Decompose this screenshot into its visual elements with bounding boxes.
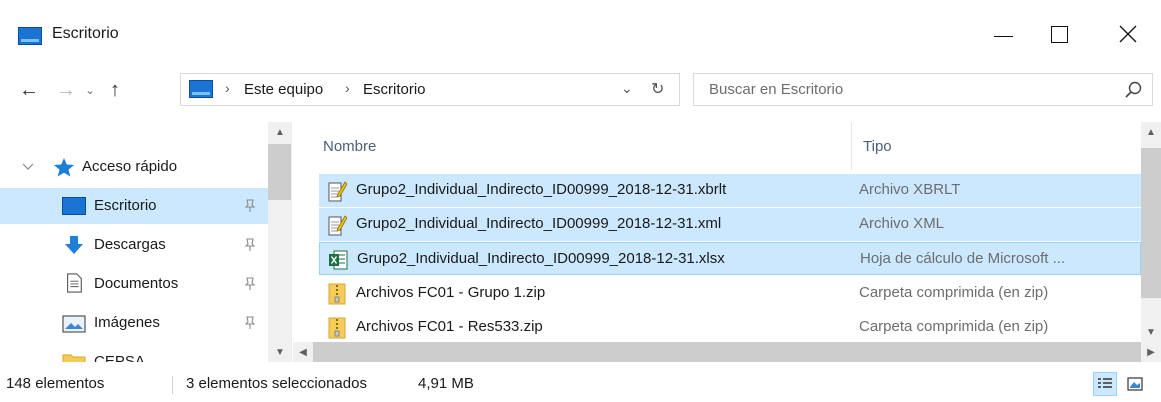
pictures-icon [62,315,86,333]
download-icon [65,236,83,254]
file-row[interactable]: Archivos FC01 - Grupo 1.zip Carpeta comp… [319,277,1141,310]
details-view-button[interactable] [1093,372,1117,396]
breadcrumb-separator[interactable]: › [345,80,350,96]
column-header-name[interactable]: Nombre [323,122,376,170]
navigation-bar: ← → ⌄ ↑ › Este equipo › Escritorio ⌄ ↻ B… [0,70,1161,110]
sidebar-item-label: Acceso rápido [82,158,178,175]
forward-button[interactable]: → [51,76,81,104]
file-row[interactable]: Grupo2_Individual_Indirecto_ID00999_2018… [319,242,1141,275]
status-divider [172,376,173,394]
search-box[interactable]: Buscar en Escritorio [693,73,1153,106]
scroll-right-button[interactable]: ▶ [1141,342,1161,362]
maximize-icon [1050,25,1068,43]
file-name: Archivos FC01 - Grupo 1.zip [356,284,546,301]
breadcrumb-escritorio[interactable]: Escritorio [363,81,426,98]
close-button[interactable] [1105,12,1151,56]
file-list-vertical-scrollbar[interactable]: ▲ ▼ [1141,122,1161,342]
file-type: Carpeta comprimida (en zip) [859,318,1049,335]
breadcrumb-este-equipo[interactable]: Este equipo [244,81,323,98]
sidebar-item-label: CEPSA [94,353,145,362]
scroll-down-button[interactable]: ▼ [268,342,291,362]
file-row[interactable]: Archivos FC01 - Res533.zip Carpeta compr… [319,311,1141,344]
selection-size: 4,91 MB [418,375,474,392]
chevron-down-icon[interactable] [22,162,34,172]
address-dropdown-button[interactable]: ⌄ [621,80,633,97]
pin-icon[interactable] [244,277,256,291]
minimize-button[interactable] [980,12,1026,56]
address-bar[interactable]: › Este equipo › Escritorio ⌄ ↻ [180,73,680,106]
pin-icon[interactable] [244,199,256,213]
file-type: Carpeta comprimida (en zip) [859,284,1049,301]
sidebar-item-label: Documentos [94,275,179,292]
file-type: Archivo XML [859,215,945,232]
sidebar-item-label: Escritorio [94,197,157,214]
close-icon [1119,25,1137,43]
sidebar-item-descargas[interactable]: Descargas [0,227,268,263]
file-list-horizontal-scrollbar[interactable]: ◀ ▶ [293,342,1161,362]
selection-count: 3 elementos seleccionados [186,375,367,392]
scroll-down-button[interactable]: ▼ [1141,322,1161,342]
sidebar-scrollbar[interactable]: ▲ ▼ [268,122,291,362]
large-icons-view-button[interactable] [1123,372,1147,396]
sidebar-item-imagenes[interactable]: Imágenes [0,305,268,341]
title-bar: Escritorio [0,0,1161,66]
up-button[interactable]: ↑ [100,76,130,104]
desktop-icon [189,80,213,98]
maximize-button[interactable] [1036,12,1082,56]
sidebar-item-escritorio[interactable]: Escritorio [0,188,268,224]
window-title: Escritorio [52,25,119,42]
file-name: Grupo2_Individual_Indirecto_ID00999_2018… [356,215,722,232]
zip-folder-icon [328,283,346,305]
text-file-icon [328,181,347,202]
folder-icon [62,354,86,362]
item-count: 148 elementos [6,375,105,392]
document-icon [67,273,82,293]
back-button[interactable]: ← [14,76,44,104]
pin-icon[interactable] [244,316,256,330]
file-row[interactable]: Grupo2_Individual_Indirecto_ID00999_2018… [319,208,1141,241]
file-name: Grupo2_Individual_Indirecto_ID00999_2018… [357,250,725,267]
pin-icon[interactable] [244,238,256,252]
desktop-icon [62,197,86,215]
vertical-scroll-thumb[interactable] [1141,148,1161,298]
column-header-type[interactable]: Tipo [863,122,892,170]
scroll-up-button[interactable]: ▲ [1141,122,1161,142]
sidebar-item-label: Descargas [94,236,166,253]
file-type: Hoja de cálculo de Microsoft ... [860,250,1066,267]
scroll-left-button[interactable]: ◀ [293,342,313,362]
file-type: Archivo XBRLT [859,181,961,198]
sidebar-item-cepsa[interactable]: CEPSA [0,344,268,362]
file-list: Nombre Tipo Grupo2_Individual_Indirecto_… [293,122,1161,362]
column-divider[interactable] [851,122,852,170]
large-icons-view-icon [1127,377,1143,391]
breadcrumb-separator[interactable]: › [225,80,230,96]
sidebar-item-quick-access[interactable]: Acceso rápido [0,149,268,185]
file-name: Archivos FC01 - Res533.zip [356,318,543,335]
refresh-button[interactable]: ↻ [651,79,664,99]
search-input[interactable]: Buscar en Escritorio [709,81,843,98]
file-row[interactable]: Grupo2_Individual_Indirecto_ID00999_2018… [319,174,1141,207]
horizontal-scroll-thumb[interactable] [313,342,1141,362]
status-bar: 148 elementos 3 elementos seleccionados … [0,368,1161,402]
excel-file-icon [329,250,348,270]
desktop-icon [18,27,42,45]
navigation-pane: Acceso rápido Escritorio Descargas Docum… [0,122,292,362]
search-icon[interactable] [1122,78,1144,102]
zip-folder-icon [328,317,346,339]
scroll-up-button[interactable]: ▲ [268,122,291,142]
sidebar-scroll-thumb[interactable] [268,144,291,200]
sidebar-item-label: Imágenes [94,314,160,331]
recent-locations-button[interactable]: ⌄ [80,76,100,104]
star-icon [54,158,74,177]
details-view-icon [1098,378,1112,388]
minimize-icon [993,35,1013,37]
sidebar-item-documentos[interactable]: Documentos [0,266,268,302]
file-name: Grupo2_Individual_Indirecto_ID00999_2018… [356,181,727,198]
text-file-icon [328,215,347,236]
